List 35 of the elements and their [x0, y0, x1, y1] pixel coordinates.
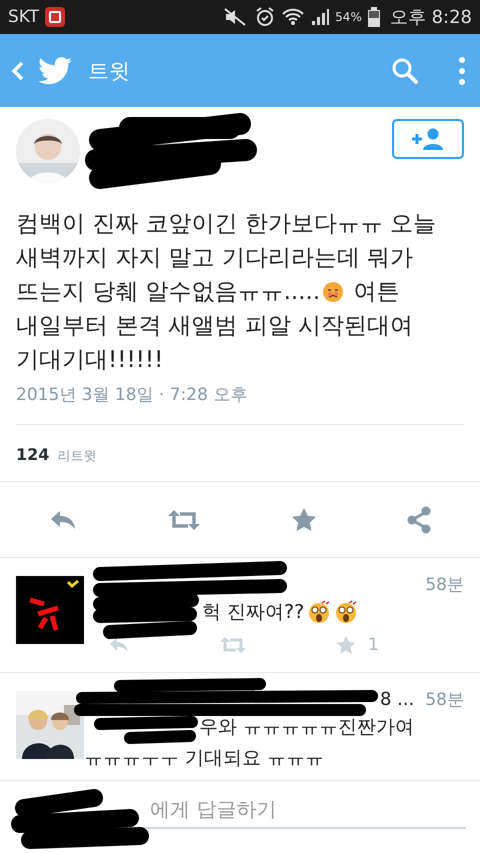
reply-input[interactable]: 에게 답글하기 [14, 791, 466, 829]
shocked-face-icon [307, 600, 332, 624]
app-icon [44, 6, 66, 28]
retweet-icon[interactable] [220, 636, 246, 654]
back-icon[interactable] [10, 60, 26, 82]
carrier-name: SKT [8, 7, 40, 27]
reply-text: 우와 ㅠㅠㅠㅠㅠ진짠가여 ㅠㅠㅠㅜㅜ 기대되요 ㅠㅠㅠ [84, 716, 414, 769]
sad-face-icon [322, 281, 344, 303]
reply-icon[interactable] [108, 636, 130, 654]
alarm-icon [254, 6, 276, 28]
star-icon[interactable] [290, 506, 317, 532]
retweet-count: 124 [16, 445, 50, 464]
reply-time: 58분 [425, 688, 464, 710]
screen-title: 트윗 [88, 58, 130, 84]
clock: 오후 8:28 [390, 6, 472, 29]
tweet-text: 컴백이 진짜 코앞이긴 한가보다ㅠㅠ 오늘 새벽까지 자지 말고 기다리라는데 뭐가 뜨는지 당췌 알수없음ㅠㅠ..... 여튼 내일부터 본격 새앨범 피알 시작된대여 기대기대!!!!!! [16, 210, 438, 375]
like-count: 1 [368, 634, 379, 655]
battery-percent: 54% [335, 10, 362, 24]
wifi-icon [281, 6, 306, 28]
shocked-face-icon [334, 600, 358, 624]
tweet-date: 2015년 3월 18일 · 7:28 오후 [16, 383, 464, 425]
reply-time: 58분 [425, 574, 464, 596]
star-icon[interactable] [336, 634, 356, 655]
add-user-icon [411, 127, 445, 151]
search-icon[interactable] [390, 56, 420, 86]
reply-text: 헉 진짜여?? [202, 600, 304, 623]
battery-icon [366, 6, 381, 28]
share-icon[interactable] [406, 506, 432, 534]
follow-button[interactable] [392, 119, 464, 159]
retweet-label: 리트윗 [57, 448, 96, 465]
user-name: 8 ... [380, 688, 414, 710]
retweet-icon[interactable] [167, 508, 202, 532]
more-icon[interactable] [458, 56, 466, 86]
bird-icon [38, 56, 72, 84]
signal-icon [310, 7, 330, 27]
